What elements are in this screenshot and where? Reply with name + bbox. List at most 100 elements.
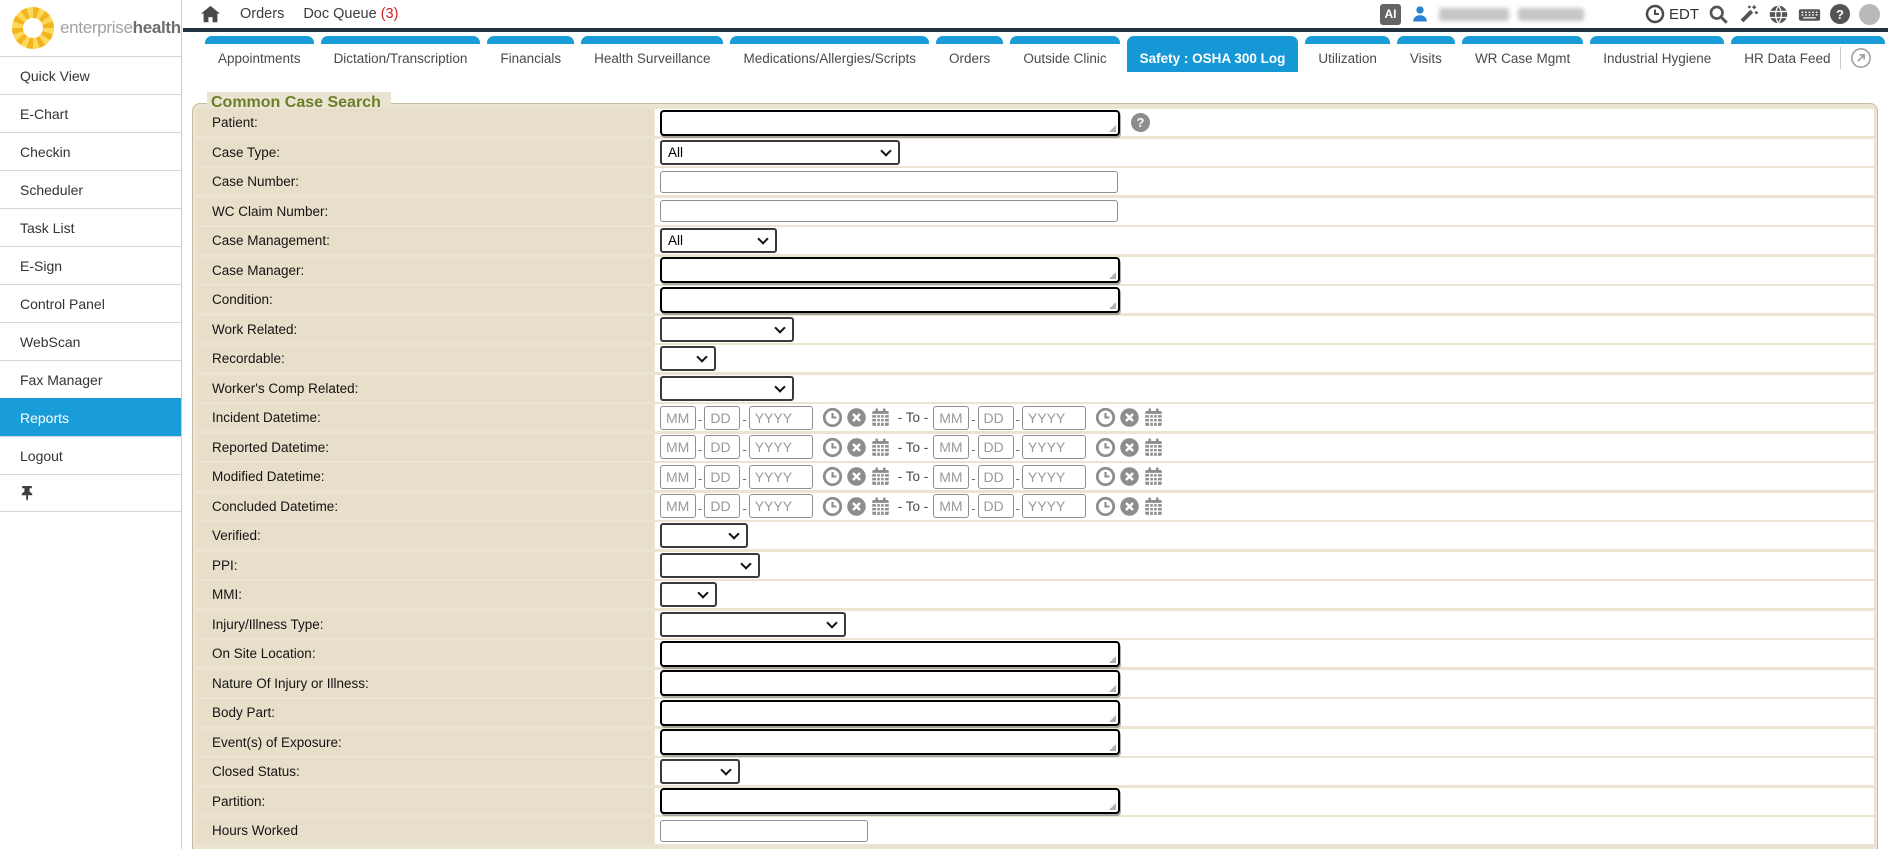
clear-date-button-from[interactable] <box>846 437 867 458</box>
calendar-picker-button-to[interactable] <box>1143 437 1164 458</box>
tab-industrial-hygiene[interactable]: Industrial Hygiene <box>1590 36 1724 76</box>
recordable-select[interactable] <box>660 346 716 371</box>
clear-date-button-from[interactable] <box>846 466 867 487</box>
clear-date-button-to[interactable] <box>1119 466 1140 487</box>
month-input-to[interactable] <box>933 435 969 459</box>
wc-claim-number-field[interactable] <box>660 200 1118 222</box>
day-input-to[interactable] <box>978 465 1014 489</box>
patient-field[interactable] <box>660 110 1120 136</box>
calendar-picker-button-from[interactable] <box>870 496 891 517</box>
closed-status-select[interactable] <box>660 759 740 784</box>
case-management-select[interactable]: All <box>660 228 777 253</box>
sidebar-item-checkin[interactable]: Checkin <box>0 132 181 170</box>
month-input-from[interactable] <box>660 494 696 518</box>
month-input-to[interactable] <box>933 494 969 518</box>
timezone-indicator[interactable]: EDT <box>1645 4 1699 24</box>
calendar-picker-button-from[interactable] <box>870 466 891 487</box>
work-related-select[interactable] <box>660 317 794 342</box>
year-input-from[interactable] <box>749 494 813 518</box>
field-help-icon[interactable]: ? <box>1131 113 1150 132</box>
case-type-select[interactable]: All <box>660 140 900 165</box>
sidebar-item-fax-manager[interactable]: Fax Manager <box>0 360 181 398</box>
sidebar-item-scheduler[interactable]: Scheduler <box>0 170 181 208</box>
tab-financials[interactable]: Financials <box>487 36 574 76</box>
day-input-to[interactable] <box>978 406 1014 430</box>
case-manager-field[interactable] <box>660 257 1120 283</box>
year-input-from[interactable] <box>749 406 813 430</box>
clear-date-button-to[interactable] <box>1119 437 1140 458</box>
clear-date-button-to[interactable] <box>1119 496 1140 517</box>
month-input-to[interactable] <box>933 465 969 489</box>
day-input-to[interactable] <box>978 494 1014 518</box>
tab-visits[interactable]: Visits <box>1397 36 1455 76</box>
year-input-to[interactable] <box>1022 406 1086 430</box>
sidebar-item-logout[interactable]: Logout <box>0 436 181 474</box>
tab-wr-case-mgmt[interactable]: WR Case Mgmt <box>1462 36 1583 76</box>
event-s-of-exposure-field[interactable] <box>660 729 1120 755</box>
tab-outside-clinic[interactable]: Outside Clinic <box>1010 36 1119 76</box>
sidebar-pin-item[interactable] <box>0 474 181 512</box>
ppi-select[interactable] <box>660 553 760 578</box>
year-input-to[interactable] <box>1022 494 1086 518</box>
clear-date-button-to[interactable] <box>1119 407 1140 428</box>
sidebar-item-control-panel[interactable]: Control Panel <box>0 284 181 322</box>
year-input-from[interactable] <box>749 435 813 459</box>
user-button[interactable] <box>1410 4 1430 24</box>
time-picker-button-from[interactable] <box>822 437 843 458</box>
calendar-picker-button-to[interactable] <box>1143 466 1164 487</box>
day-input-from[interactable] <box>704 435 740 459</box>
calendar-picker-button-to[interactable] <box>1143 407 1164 428</box>
condition-field[interactable] <box>660 287 1120 313</box>
sidebar-item-task-list[interactable]: Task List <box>0 208 181 246</box>
tab-health-surveillance[interactable]: Health Surveillance <box>581 36 723 76</box>
time-picker-button-to[interactable] <box>1095 466 1116 487</box>
clear-date-button-from[interactable] <box>846 496 867 517</box>
hours-worked-field[interactable] <box>660 820 868 842</box>
avatar[interactable] <box>1859 4 1880 25</box>
month-input-to[interactable] <box>933 406 969 430</box>
time-picker-button-from[interactable] <box>822 407 843 428</box>
wand-button[interactable] <box>1738 4 1759 25</box>
day-input-from[interactable] <box>704 465 740 489</box>
nav-orders-link[interactable]: Orders <box>240 6 284 22</box>
tab-medications-allergies-scripts[interactable]: Medications/Allergies/Scripts <box>730 36 929 76</box>
month-input-from[interactable] <box>660 406 696 430</box>
month-input-from[interactable] <box>660 435 696 459</box>
calendar-picker-button-to[interactable] <box>1143 496 1164 517</box>
tab-safety-osha-300-log[interactable]: Safety : OSHA 300 Log <box>1127 36 1299 76</box>
calendar-picker-button-from[interactable] <box>870 407 891 428</box>
time-picker-button-to[interactable] <box>1095 496 1116 517</box>
day-input-from[interactable] <box>704 494 740 518</box>
keyboard-button[interactable] <box>1798 4 1821 25</box>
worker-s-comp-related-select[interactable] <box>660 376 794 401</box>
year-input-to[interactable] <box>1022 465 1086 489</box>
on-site-location-field[interactable] <box>660 641 1120 667</box>
tab-appointments[interactable]: Appointments <box>205 36 314 76</box>
day-input-from[interactable] <box>704 406 740 430</box>
sidebar-item-e-sign[interactable]: E-Sign <box>0 246 181 284</box>
sidebar-item-reports[interactable]: Reports <box>0 398 181 436</box>
globe-button[interactable] <box>1768 4 1789 25</box>
verified-select[interactable] <box>660 523 748 548</box>
tab-orders[interactable]: Orders <box>936 36 1003 76</box>
time-picker-button-from[interactable] <box>822 496 843 517</box>
home-button[interactable] <box>200 5 221 24</box>
tab-hr-data-feed[interactable]: HR Data Feed <box>1731 36 1884 76</box>
year-input-to[interactable] <box>1022 435 1086 459</box>
body-part-field[interactable] <box>660 700 1120 726</box>
time-picker-button-to[interactable] <box>1095 437 1116 458</box>
tab-utilization[interactable]: Utilization <box>1305 36 1390 76</box>
partition-field[interactable] <box>660 788 1120 814</box>
calendar-picker-button-from[interactable] <box>870 437 891 458</box>
tab-dictation-transcription[interactable]: Dictation/Transcription <box>321 36 481 76</box>
nav-doc-queue-link[interactable]: Doc Queue (3) <box>303 6 398 22</box>
time-picker-button-to[interactable] <box>1095 407 1116 428</box>
help-button[interactable]: ? <box>1830 4 1850 24</box>
ai-badge[interactable]: AI <box>1380 4 1401 25</box>
tab-external-button[interactable] <box>1850 47 1872 69</box>
mmi-select[interactable] <box>660 582 717 607</box>
sidebar-item-e-chart[interactable]: E-Chart <box>0 94 181 132</box>
year-input-from[interactable] <box>749 465 813 489</box>
injury-illness-type-select[interactable] <box>660 612 846 637</box>
search-button[interactable] <box>1708 4 1729 25</box>
